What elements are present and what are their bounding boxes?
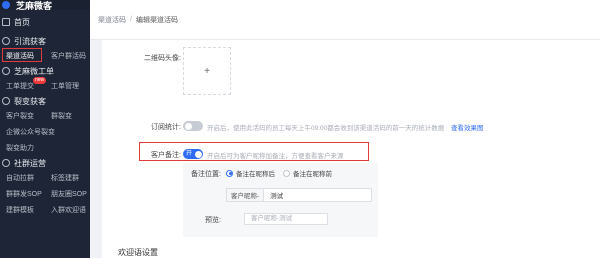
sidebar-item-group-template[interactable]: 建群模板 — [0, 205, 45, 215]
fission-icon — [2, 97, 10, 105]
highlight-box — [2, 48, 42, 62]
remark-position-label: 备注位置: — [191, 171, 221, 178]
sidebar-item-ticket-manage[interactable]: 工单管理 — [45, 81, 90, 91]
home-icon — [2, 18, 10, 26]
section-fission-label: 裂变获客 — [14, 96, 46, 106]
section-community[interactable]: 社群运营 — [0, 156, 90, 170]
sidebar-item-auto-group[interactable]: 自动拉群 — [0, 173, 45, 183]
sidebar-item-label: 客户裂变 — [6, 113, 34, 120]
brand-name: 芝麻微客 — [16, 0, 53, 11]
sidebar-item-customer-fission[interactable]: 客户裂变 — [0, 111, 45, 121]
nickname-field[interactable]: 客户昵称- 测试 — [226, 188, 372, 202]
qr-avatar-label: 二维码头像: — [144, 55, 181, 62]
remark-label: 客户备注: — [151, 152, 181, 159]
brand: 芝麻微客 — [0, 0, 90, 11]
sidebar: 芝麻微客 首页 引流获客 渠道活码 客户群活码 芝麻微工单 工单提交 new 工单… — [0, 0, 90, 258]
radio-unchecked-icon — [283, 169, 290, 177]
breadcrumb-parent[interactable]: 渠道活码 — [98, 15, 126, 25]
sidebar-item-label: 裂变助力 — [6, 145, 34, 152]
sidebar-item-label: 自动拉群 — [6, 175, 34, 182]
welcome-section-title: 欢迎语设置 — [118, 248, 158, 257]
sidebar-item-group-qr[interactable]: 客户群活码 — [45, 51, 90, 61]
nickname-addon: 客户昵称- — [227, 189, 265, 201]
sidebar-item-official-fission[interactable]: 企微公众号裂变 — [0, 127, 90, 137]
switch-knob — [184, 122, 192, 130]
plus-icon: + — [204, 65, 210, 77]
avatar-upload[interactable]: + — [183, 47, 231, 95]
sidebar-item-fission-assist[interactable]: 裂变助力 — [0, 143, 45, 153]
sidebar-item-label: 群群发SOP — [6, 191, 42, 198]
radio-label: 备注在昵称前 — [293, 171, 332, 178]
remark-hint: 开启后可为客户昵称加备注，方便查看客户来源 — [207, 153, 344, 160]
subscribe-switch[interactable] — [183, 121, 203, 131]
breadcrumb-separator: / — [130, 16, 132, 23]
sidebar-item-channel-qr[interactable]: 渠道活码 — [0, 48, 45, 62]
sidebar-item-label: 朋友圈SOP — [51, 191, 87, 198]
breadcrumb: 渠道活码 / 编辑渠道活码 — [90, 0, 600, 40]
sidebar-item-label: 建群模板 — [6, 207, 34, 214]
section-traffic[interactable]: 引流获客 — [0, 34, 90, 48]
sidebar-item-label: 企微公众号裂变 — [6, 129, 55, 136]
radio-checked-icon — [226, 169, 233, 177]
sidebar-item-ticket-submit[interactable]: 工单提交 new — [0, 77, 47, 91]
nav-home-label: 首页 — [14, 17, 30, 27]
sidebar-item-label: 群裂变 — [51, 113, 72, 120]
community-icon — [2, 159, 10, 167]
view-effect-link[interactable]: 查看效果图 — [451, 122, 484, 132]
sidebar-item-group-sop[interactable]: 群群发SOP — [0, 189, 45, 199]
sidebar-item-label: 入群欢迎语 — [51, 207, 86, 214]
subscribe-label: 订阅统计: — [151, 124, 181, 131]
section-community-label: 社群运营 — [14, 158, 46, 168]
section-ticket[interactable]: 芝麻微工单 — [0, 64, 90, 78]
breadcrumb-current: 编辑渠道活码 — [135, 16, 178, 24]
sidebar-item-join-welcome[interactable]: 入群欢迎语 — [45, 205, 90, 215]
switch-on-text: 开 — [186, 151, 193, 157]
subscribe-hint: 开启后，使用此活码的员工每天上午09:00都会收到该渠道活码的前一天的统计数据 — [207, 125, 445, 132]
radio-label: 备注在昵称后 — [236, 171, 275, 178]
sidebar-item-tag-group[interactable]: 标签建群 — [45, 173, 90, 183]
preview-label: 预览: — [205, 217, 221, 224]
ticket-icon — [2, 67, 10, 75]
radio-remark-before[interactable]: 备注在昵称前 — [283, 168, 332, 178]
remark-switch[interactable]: 开 — [183, 149, 203, 159]
section-ticket-label: 芝麻微工单 — [14, 66, 54, 76]
nav-home[interactable]: 首页 — [0, 10, 90, 34]
switch-knob — [194, 150, 202, 158]
logo-icon — [2, 1, 10, 9]
preview-output: 客户昵称-测试 — [244, 213, 328, 225]
nickname-value: 测试 — [270, 193, 284, 200]
section-traffic-label: 引流获客 — [14, 36, 46, 46]
sidebar-item-group-fission[interactable]: 群裂变 — [45, 111, 90, 121]
sidebar-item-label: 标签建群 — [51, 175, 79, 182]
sidebar-item-moments-sop[interactable]: 朋友圈SOP — [45, 189, 90, 199]
sidebar-item-label: 工单管理 — [51, 83, 79, 90]
section-fission[interactable]: 裂变获客 — [0, 94, 90, 108]
sidebar-item-label: 客户群活码 — [51, 53, 86, 60]
radio-remark-after[interactable]: 备注在昵称后 — [226, 168, 275, 178]
sidebar-item-label: 工单提交 — [6, 83, 34, 90]
traffic-icon — [2, 37, 10, 45]
